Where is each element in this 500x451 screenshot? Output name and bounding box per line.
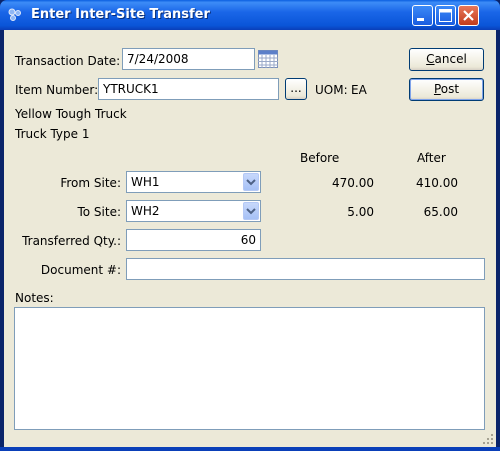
from-site-value: WH1 (131, 175, 160, 189)
app-icon (8, 8, 21, 21)
before-header: Before (300, 151, 340, 165)
item-description-1: Yellow Tough Truck (15, 107, 127, 121)
close-icon (463, 10, 474, 21)
cancel-label-mnemonic: C (426, 52, 435, 66)
chevron-down-icon (246, 208, 256, 215)
transaction-date-label: Transaction Date: (15, 54, 121, 68)
window-title: Enter Inter-Site Transfer (31, 7, 210, 22)
item-lookup-button[interactable]: ... (285, 78, 307, 100)
to-site-before: 5.00 (347, 205, 374, 219)
notes-label: Notes: (15, 291, 54, 305)
post-button[interactable]: Post (409, 78, 484, 101)
chevron-down-icon (246, 179, 256, 186)
title-bar[interactable]: Enter Inter-Site Transfer (0, 0, 500, 30)
uom-label: UOM: (315, 83, 348, 97)
window-frame-bottom (0, 447, 500, 451)
from-site-select[interactable]: WH1 (126, 171, 261, 193)
document-number-field[interactable] (126, 258, 485, 280)
to-site-label: To Site: (77, 205, 121, 219)
from-site-label: From Site: (60, 176, 121, 190)
transaction-date-field[interactable]: 7/24/2008 (122, 48, 255, 70)
after-header: After (417, 151, 446, 165)
from-site-dropdown-button[interactable] (243, 173, 259, 191)
to-site-after: 65.00 (423, 205, 458, 219)
from-site-after: 410.00 (416, 176, 458, 190)
notes-textarea[interactable] (14, 307, 485, 430)
to-site-value: WH2 (131, 204, 160, 218)
to-site-dropdown-button[interactable] (243, 202, 259, 220)
maximize-icon (439, 9, 452, 22)
item-number-label: Item Number: (15, 83, 99, 97)
cancel-label-post: ancel (434, 52, 467, 66)
resize-grip-icon[interactable] (483, 434, 494, 445)
to-site-select[interactable]: WH2 (126, 200, 261, 222)
close-button[interactable] (458, 5, 479, 26)
cancel-button[interactable]: Cancel (409, 48, 484, 71)
document-number-label: Document #: (40, 263, 121, 277)
item-description-2: Truck Type 1 (15, 127, 90, 141)
post-label-mnemonic: P (433, 82, 441, 96)
dialog-window: Enter Inter-Site Transfer Transaction Da… (0, 0, 500, 451)
transferred-qty-field[interactable]: 60 (126, 229, 261, 251)
minimize-button[interactable] (412, 5, 433, 26)
post-label-post: ost (440, 82, 460, 96)
transferred-qty-label: Transferred Qty.: (22, 234, 121, 248)
item-number-field[interactable]: YTRUCK1 (98, 78, 279, 100)
calendar-icon[interactable] (258, 50, 278, 68)
maximize-button[interactable] (435, 5, 456, 26)
from-site-before: 470.00 (332, 176, 374, 190)
uom-value: EA (351, 83, 367, 97)
minimize-icon (417, 18, 424, 21)
dialog-body: Transaction Date: 7/24/2008 Item Number:… (4, 30, 496, 447)
